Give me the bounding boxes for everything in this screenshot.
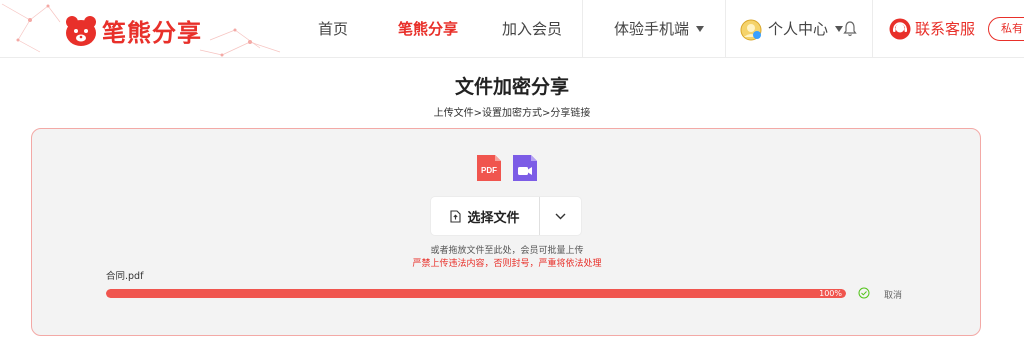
private-tag-label: 私有 xyxy=(1001,22,1023,35)
bear-logo-icon xyxy=(66,15,96,46)
nav-mobile-label: 体验手机端 xyxy=(614,20,690,38)
upload-dropzone[interactable]: PDF 选择文件 或者拖放文件至此处，会员可批量上传 严禁上传违法内容，否则封号… xyxy=(31,128,981,336)
customer-service-link[interactable]: 联系客服 xyxy=(915,0,975,58)
nav-join-member[interactable]: 加入会员 xyxy=(502,0,562,58)
check-circle-icon xyxy=(858,287,870,299)
select-file-label: 选择文件 xyxy=(467,210,520,226)
cancel-upload-link[interactable]: 取消 xyxy=(884,288,902,301)
upload-progress-fill xyxy=(106,289,846,298)
nav-mobile-dropdown[interactable]: 体验手机端 xyxy=(614,0,705,58)
select-file-group: 选择文件 xyxy=(431,197,581,235)
nav-divider xyxy=(872,0,873,58)
nav-share[interactable]: 笔熊分享 xyxy=(398,0,458,58)
nav-divider xyxy=(582,0,583,58)
upload-options-dropdown[interactable] xyxy=(540,197,581,235)
page-title: 文件加密分享 xyxy=(454,76,569,98)
breadcrumb: 上传文件>设置加密方式>分享链接 xyxy=(433,108,591,119)
avatar[interactable] xyxy=(740,19,762,41)
chevron-down-icon xyxy=(696,25,705,32)
chevron-down-icon xyxy=(555,213,566,219)
upload-warning: 严禁上传违法内容，否则封号，严重将依法处理 xyxy=(412,259,602,269)
headset-icon xyxy=(889,18,911,40)
file-upload-icon xyxy=(450,209,462,223)
brand-logo[interactable]: 笔熊分享 xyxy=(64,13,202,48)
svg-text:PDF: PDF xyxy=(481,166,497,175)
user-center-label: 个人中心 xyxy=(768,20,829,38)
upload-progress-bar: 100% xyxy=(106,289,846,298)
top-header: 笔熊分享 首页 笔熊分享 加入会员 体验手机端 个人中心 联系客服 私有 xyxy=(0,0,1024,58)
private-share-tag[interactable]: 私有 xyxy=(988,17,1024,41)
video-file-icon xyxy=(513,155,537,181)
brand-name: 笔熊分享 xyxy=(102,19,202,47)
select-file-button[interactable]: 选择文件 xyxy=(431,197,539,235)
uploaded-file-name: 合同.pdf xyxy=(106,271,144,282)
nav-home[interactable]: 首页 xyxy=(318,0,348,58)
nav-user-center-dropdown[interactable]: 个人中心 xyxy=(768,0,844,58)
upload-progress-percent: 100% xyxy=(819,289,842,298)
chevron-down-icon xyxy=(835,25,844,32)
bell-icon[interactable] xyxy=(843,21,857,37)
pdf-file-icon: PDF xyxy=(477,155,501,181)
nav-divider xyxy=(725,0,726,58)
drag-drop-hint: 或者拖放文件至此处，会员可批量上传 xyxy=(430,246,584,256)
